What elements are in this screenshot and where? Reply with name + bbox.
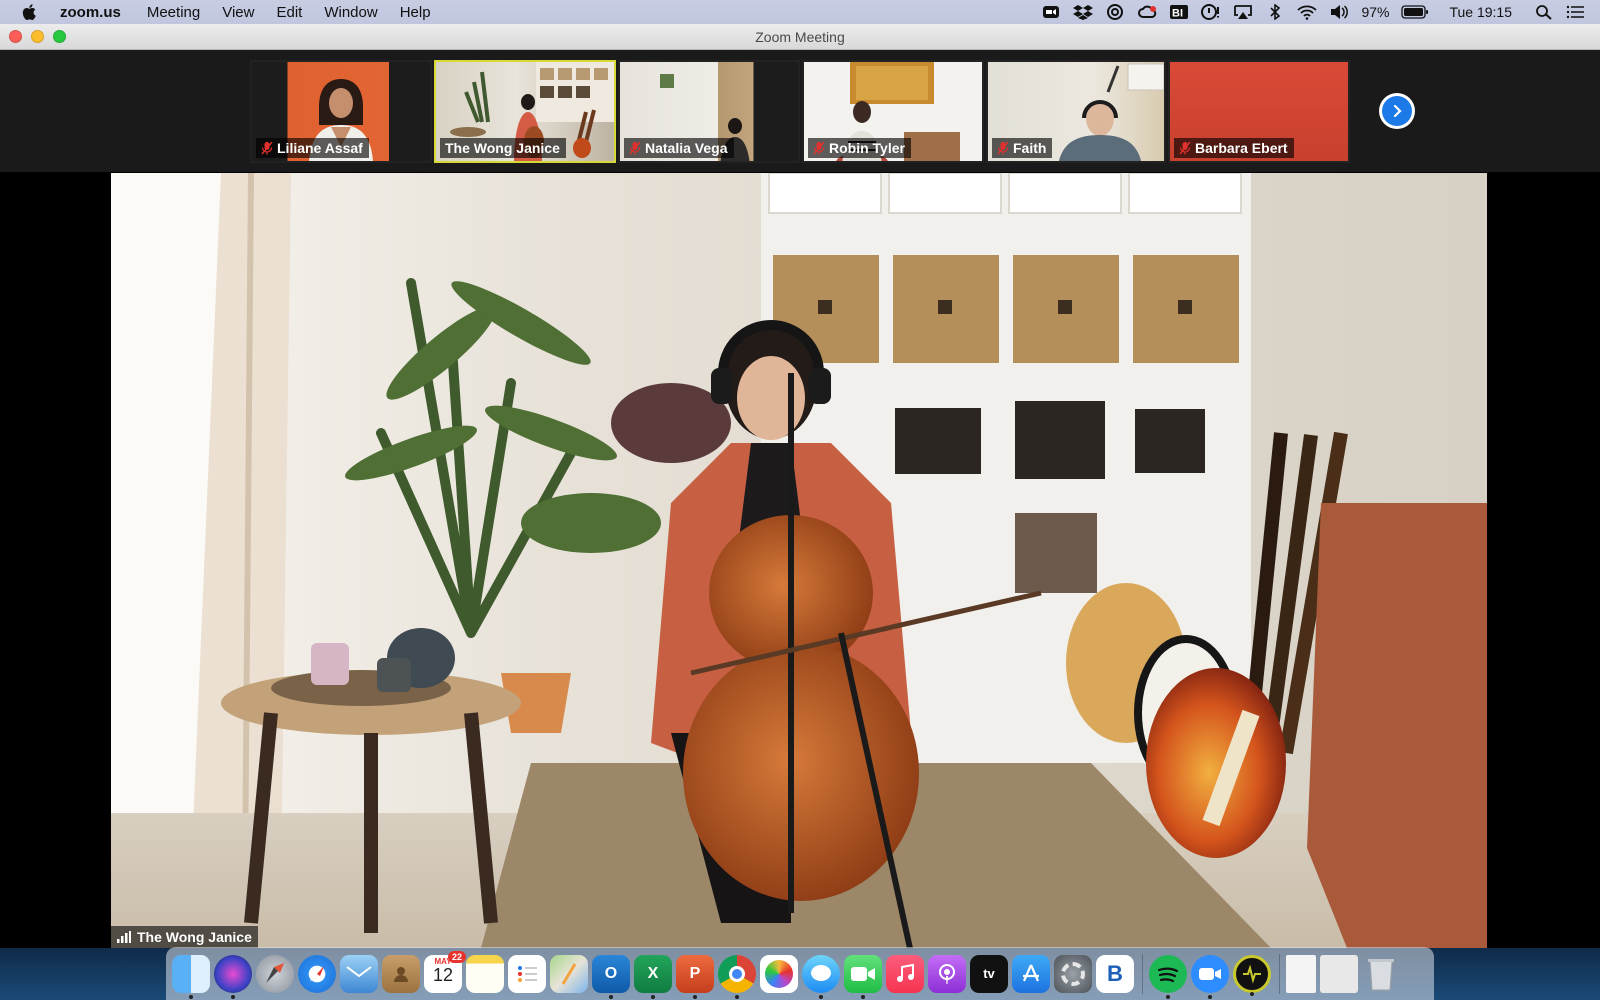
- outlook-icon[interactable]: O: [592, 954, 630, 999]
- main-speaker-video[interactable]: [111, 173, 1487, 948]
- zoom-status-icon[interactable]: [1041, 4, 1061, 20]
- participant-thumb-barbara-ebert[interactable]: Barbara Ebert: [1168, 60, 1350, 163]
- participant-name: The Wong Janice: [445, 140, 560, 156]
- participant-thumb-liliane-assaf[interactable]: Liliane Assaf: [250, 60, 432, 163]
- dock-separator: [1279, 953, 1280, 994]
- notification-center-icon[interactable]: [1566, 4, 1586, 20]
- wifi-icon[interactable]: [1297, 4, 1318, 20]
- bbedit-status-icon[interactable]: BI: [1169, 4, 1189, 20]
- chrome-icon[interactable]: [718, 954, 756, 999]
- safari-icon[interactable]: [298, 954, 336, 993]
- finder-icon[interactable]: [172, 954, 210, 999]
- trash-icon[interactable]: [1362, 955, 1400, 993]
- system-preferences-icon[interactable]: [1054, 954, 1092, 993]
- notes-icon[interactable]: [466, 954, 504, 993]
- calendar-badge: 22: [447, 950, 466, 963]
- maps-icon[interactable]: [550, 954, 588, 993]
- mail-icon[interactable]: [340, 954, 378, 993]
- music-icon[interactable]: [886, 954, 924, 993]
- apple-tv-icon[interactable]: tv: [970, 954, 1008, 993]
- participant-thumb-natalia-vega[interactable]: Natalia Vega: [618, 60, 800, 163]
- speaker-name-label: The Wong Janice: [111, 926, 258, 948]
- speaker-name: The Wong Janice: [137, 929, 252, 945]
- outlook-letter: O: [604, 964, 618, 982]
- participant-thumb-robin-tyler[interactable]: Robin Tyler: [802, 60, 984, 163]
- battery-percent: 97%: [1361, 4, 1390, 20]
- window-title: Zoom Meeting: [755, 29, 845, 45]
- menu-app-name[interactable]: zoom.us: [60, 4, 121, 21]
- dock: MAY 12 22 O X P tv B: [166, 947, 1434, 1000]
- calendar-icon[interactable]: MAY 12 22: [424, 950, 466, 993]
- calendar-day: 12: [432, 964, 454, 985]
- bluetooth-icon[interactable]: [1265, 3, 1285, 21]
- signal-strength-icon: [117, 931, 131, 943]
- excel-letter: X: [647, 964, 659, 982]
- chevron-right-icon: [1393, 104, 1402, 118]
- contacts-icon[interactable]: [382, 954, 420, 993]
- menubar-clock[interactable]: Tue 19:15: [1449, 4, 1512, 20]
- menu-bar: zoom.us Meeting View Edit Window Help BI…: [0, 0, 1600, 24]
- photos-icon[interactable]: [760, 954, 798, 993]
- launchpad-icon[interactable]: [256, 954, 294, 993]
- powerpoint-letter: P: [689, 964, 701, 982]
- pdf-document-icon[interactable]: [1286, 954, 1316, 993]
- menu-view[interactable]: View: [222, 4, 254, 21]
- microphone-muted-icon: [1179, 141, 1191, 155]
- spotify-icon[interactable]: [1149, 954, 1187, 999]
- microphone-muted-icon: [997, 141, 1009, 155]
- next-page-button[interactable]: [1379, 93, 1415, 129]
- podcasts-icon[interactable]: [928, 954, 966, 993]
- at-sign-icon[interactable]: [1105, 4, 1125, 20]
- menu-meeting[interactable]: Meeting: [147, 4, 200, 21]
- siri-icon[interactable]: [214, 954, 252, 999]
- menu-help[interactable]: Help: [400, 4, 431, 21]
- zoom-icon[interactable]: [1191, 954, 1229, 999]
- bbedit-letter: B: [1107, 960, 1123, 986]
- creative-cloud-icon[interactable]: [1137, 4, 1157, 20]
- participant-name: Barbara Ebert: [1195, 140, 1288, 156]
- participant-strip: [0, 50, 1600, 172]
- window-title-bar: Zoom Meeting: [0, 24, 1600, 50]
- speaker-video-frame: [111, 173, 1487, 948]
- dropbox-icon[interactable]: [1073, 4, 1094, 20]
- lastpass-icon[interactable]: [1201, 4, 1221, 20]
- powerpoint-icon[interactable]: P: [676, 954, 714, 999]
- menu-edit[interactable]: Edit: [276, 4, 302, 21]
- participant-name: Faith: [1013, 140, 1047, 156]
- microphone-muted-icon: [261, 141, 273, 155]
- menu-window[interactable]: Window: [324, 4, 377, 21]
- bbedit-icon[interactable]: B: [1096, 954, 1134, 993]
- participant-thumb-the-wong-janice[interactable]: The Wong Janice: [434, 60, 616, 163]
- participant-name: Liliane Assaf: [277, 140, 363, 156]
- participant-thumb-faith[interactable]: Faith: [986, 60, 1166, 163]
- app-store-icon[interactable]: [1012, 954, 1050, 993]
- svg-text:BI: BI: [1172, 8, 1183, 20]
- battery-icon[interactable]: [1401, 4, 1429, 20]
- facetime-icon[interactable]: [844, 954, 882, 999]
- apple-tv-label: tv: [983, 966, 995, 981]
- excel-icon[interactable]: X: [634, 954, 672, 999]
- airplay-icon[interactable]: [1233, 4, 1253, 20]
- downloads-folder-icon[interactable]: [1320, 954, 1358, 993]
- spotlight-search-icon[interactable]: [1534, 4, 1554, 20]
- activity-monitor-icon[interactable]: [1233, 954, 1271, 996]
- dock-separator: [1142, 953, 1143, 994]
- participant-name: Robin Tyler: [829, 140, 905, 156]
- participant-name: Natalia Vega: [645, 140, 728, 156]
- messages-icon[interactable]: [802, 954, 840, 999]
- microphone-muted-icon: [629, 141, 641, 155]
- microphone-muted-icon: [813, 141, 825, 155]
- apple-logo-icon[interactable]: [20, 2, 40, 22]
- volume-icon[interactable]: [1329, 4, 1349, 20]
- reminders-icon[interactable]: [508, 954, 546, 993]
